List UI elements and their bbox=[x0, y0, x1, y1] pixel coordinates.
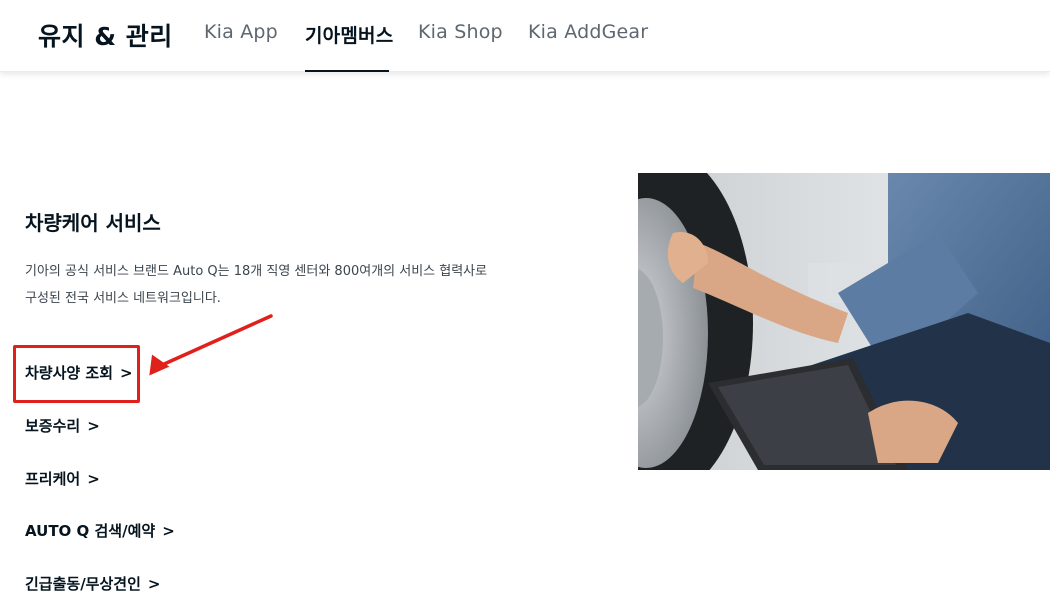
section-title: 유지 & 관리 bbox=[38, 22, 173, 51]
chevron-right-icon: > bbox=[147, 574, 161, 593]
description-line: 기아의 공식 서비스 브랜드 Auto Q는 18개 직영 센터와 800여개의… bbox=[25, 264, 488, 279]
annotation-arrow-icon bbox=[149, 314, 273, 376]
mechanic-tablet-image bbox=[638, 173, 1050, 470]
chevron-right-icon: > bbox=[87, 416, 100, 435]
card-title: 차량케어 서비스 bbox=[25, 211, 161, 235]
annotation-highlight-box bbox=[13, 345, 140, 403]
link-auto-q-search[interactable]: AUTO Q 검색/예약 > bbox=[25, 520, 175, 541]
service-photo bbox=[638, 173, 1050, 470]
link-emergency-towing[interactable]: 긴급출동/무상견인 > bbox=[25, 573, 160, 594]
link-label: 긴급출동/무상견인 bbox=[25, 575, 141, 593]
link-label: AUTO Q 검색/예약 bbox=[25, 522, 156, 540]
tab-kia-members[interactable]: 기아멤버스 bbox=[305, 21, 393, 48]
link-label: 프리케어 bbox=[25, 470, 81, 488]
tab-kia-addgear[interactable]: Kia AddGear bbox=[528, 21, 648, 43]
link-label: 보증수리 bbox=[25, 417, 81, 435]
card-description: 기아의 공식 서비스 브랜드 Auto Q는 18개 직영 센터와 800여개의… bbox=[25, 258, 585, 312]
link-pre-care[interactable]: 프리케어 > bbox=[25, 468, 100, 489]
top-navigation-bar: 유지 & 관리 Kia App 기아멤버스 Kia Shop Kia AddGe… bbox=[0, 0, 1050, 72]
description-line: 구성된 전국 서비스 네트워크입니다. bbox=[25, 291, 221, 306]
tab-kia-shop[interactable]: Kia Shop bbox=[418, 21, 503, 43]
chevron-right-icon: > bbox=[87, 469, 100, 488]
tab-kia-app[interactable]: Kia App bbox=[204, 21, 278, 43]
chevron-right-icon: > bbox=[162, 521, 175, 540]
active-tab-indicator bbox=[305, 70, 389, 72]
link-warranty-repair[interactable]: 보증수리 > bbox=[25, 415, 100, 436]
